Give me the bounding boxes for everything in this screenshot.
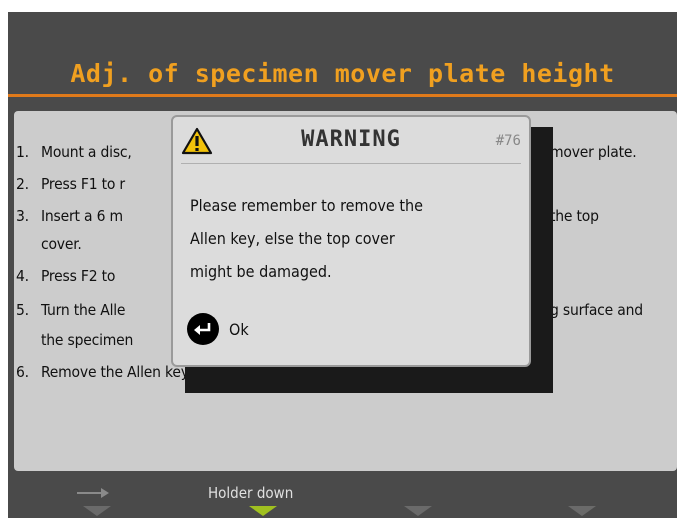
instruction-text: Press F2 to [41,267,116,285]
dialog-message-line: might be damaged. [190,262,332,281]
instruction-line: cover. [14,235,82,253]
instruction-line: the specimen [14,331,133,349]
instruction-number: 4. [16,267,29,285]
softkey-marker-f2-selected [249,506,277,516]
instruction-text: Turn the Alle [41,301,126,319]
instruction-number: 5. [16,301,29,319]
softkey-f2-label: Holder down [208,484,294,502]
dialog-header: WARNING #76 [173,117,529,163]
instruction-text-tail: g surface and [550,301,643,319]
instruction-line: 1. Mount a disc, [14,143,132,161]
dialog-message-line: Please remember to remove the [190,196,423,215]
right-arrow-icon [77,488,109,498]
softkey-marker-f1 [83,506,111,516]
instruction-text-tail: the top [550,207,599,225]
softkey-marker-f3 [404,506,432,516]
instruction-line: 4. Press F2 to [14,267,115,285]
softkey-bar: Holder down [8,480,677,518]
instruction-text-tail: mover plate. [550,143,637,161]
dialog-divider [181,163,521,164]
screen-title: Adj. of specimen mover plate height [70,58,615,88]
ok-label: Ok [229,319,249,339]
device-screen: Adj. of specimen mover plate height 1. Mo… [8,12,677,518]
enter-key-icon [187,313,219,345]
instruction-text: Mount a disc, [41,143,132,161]
instruction-text: the specimen [41,331,134,349]
dialog-code: #76 [495,133,521,149]
instruction-line: 3. Insert a 6 m [14,207,123,225]
warning-dialog: WARNING #76 Please remember to remove th… [171,115,531,367]
instruction-line: 2. Press F1 to r [14,175,125,193]
instruction-number: 6. [16,363,29,381]
softkey-marker-f4 [568,506,596,516]
dialog-message-line: Allen key, else the top cover [190,229,395,248]
instruction-text: Insert a 6 m [41,207,123,225]
ok-button[interactable]: Ok [187,313,249,345]
instruction-text: cover. [41,235,82,253]
title-bar: Adj. of specimen mover plate height [8,52,677,97]
dialog-title: WARNING [301,127,401,152]
dialog-message: Please remember to remove the Allen key,… [190,189,510,288]
instruction-number: 2. [16,175,29,193]
instruction-line: 5. Turn the Alle [14,301,126,319]
instruction-number: 3. [16,207,29,225]
instruction-text: Press F1 to r [41,175,125,193]
instruction-number: 1. [16,143,29,161]
